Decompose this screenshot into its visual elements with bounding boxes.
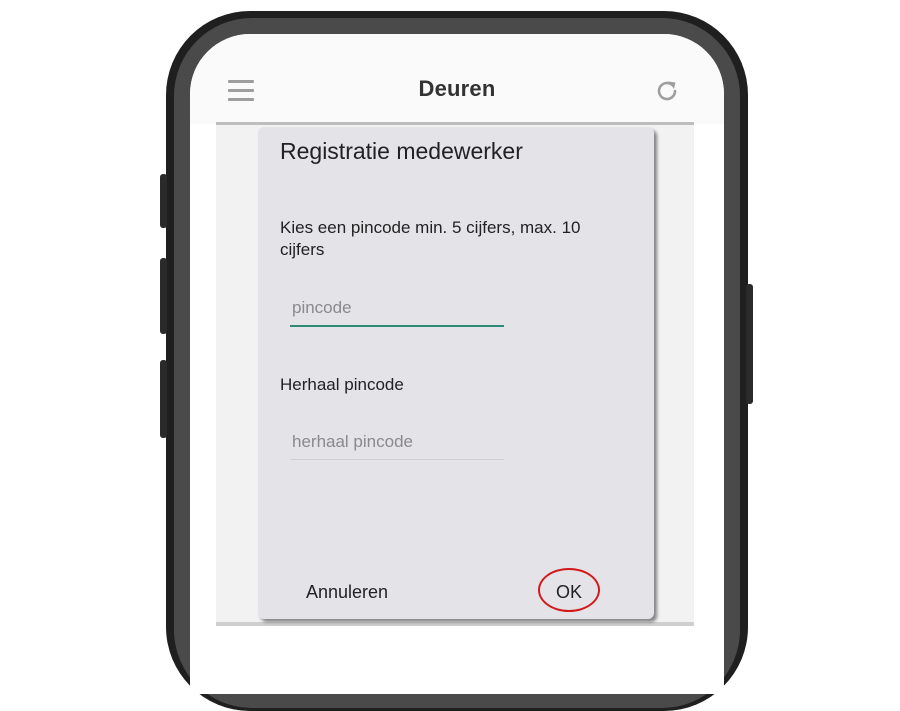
pincode-instructions: Kies een pincode min. 5 cijfers, max. 10… [280, 218, 581, 259]
repeat-pincode-label: Herhaal pincode [280, 375, 404, 394]
phone-screen: Deuren Registratie medewerker Kies een p… [190, 34, 724, 694]
refresh-icon[interactable] [654, 78, 680, 104]
app-bar: Deuren [190, 34, 724, 124]
phone-side-button-1 [160, 174, 167, 228]
pincode-input[interactable] [290, 291, 504, 327]
registration-dialog: Registratie medewerker Kies een pincode … [258, 127, 654, 619]
phone-power-button [746, 284, 753, 404]
phone-side-button-3 [160, 360, 167, 438]
repeat-pincode-input[interactable] [290, 425, 504, 460]
app-title: Deuren [418, 76, 496, 101]
phone-side-button-2 [160, 258, 167, 334]
cancel-button[interactable]: Annuleren [300, 581, 394, 604]
dialog-title: Registratie medewerker [280, 138, 523, 164]
bottom-divider [216, 622, 694, 626]
ok-button[interactable]: OK [550, 581, 588, 604]
